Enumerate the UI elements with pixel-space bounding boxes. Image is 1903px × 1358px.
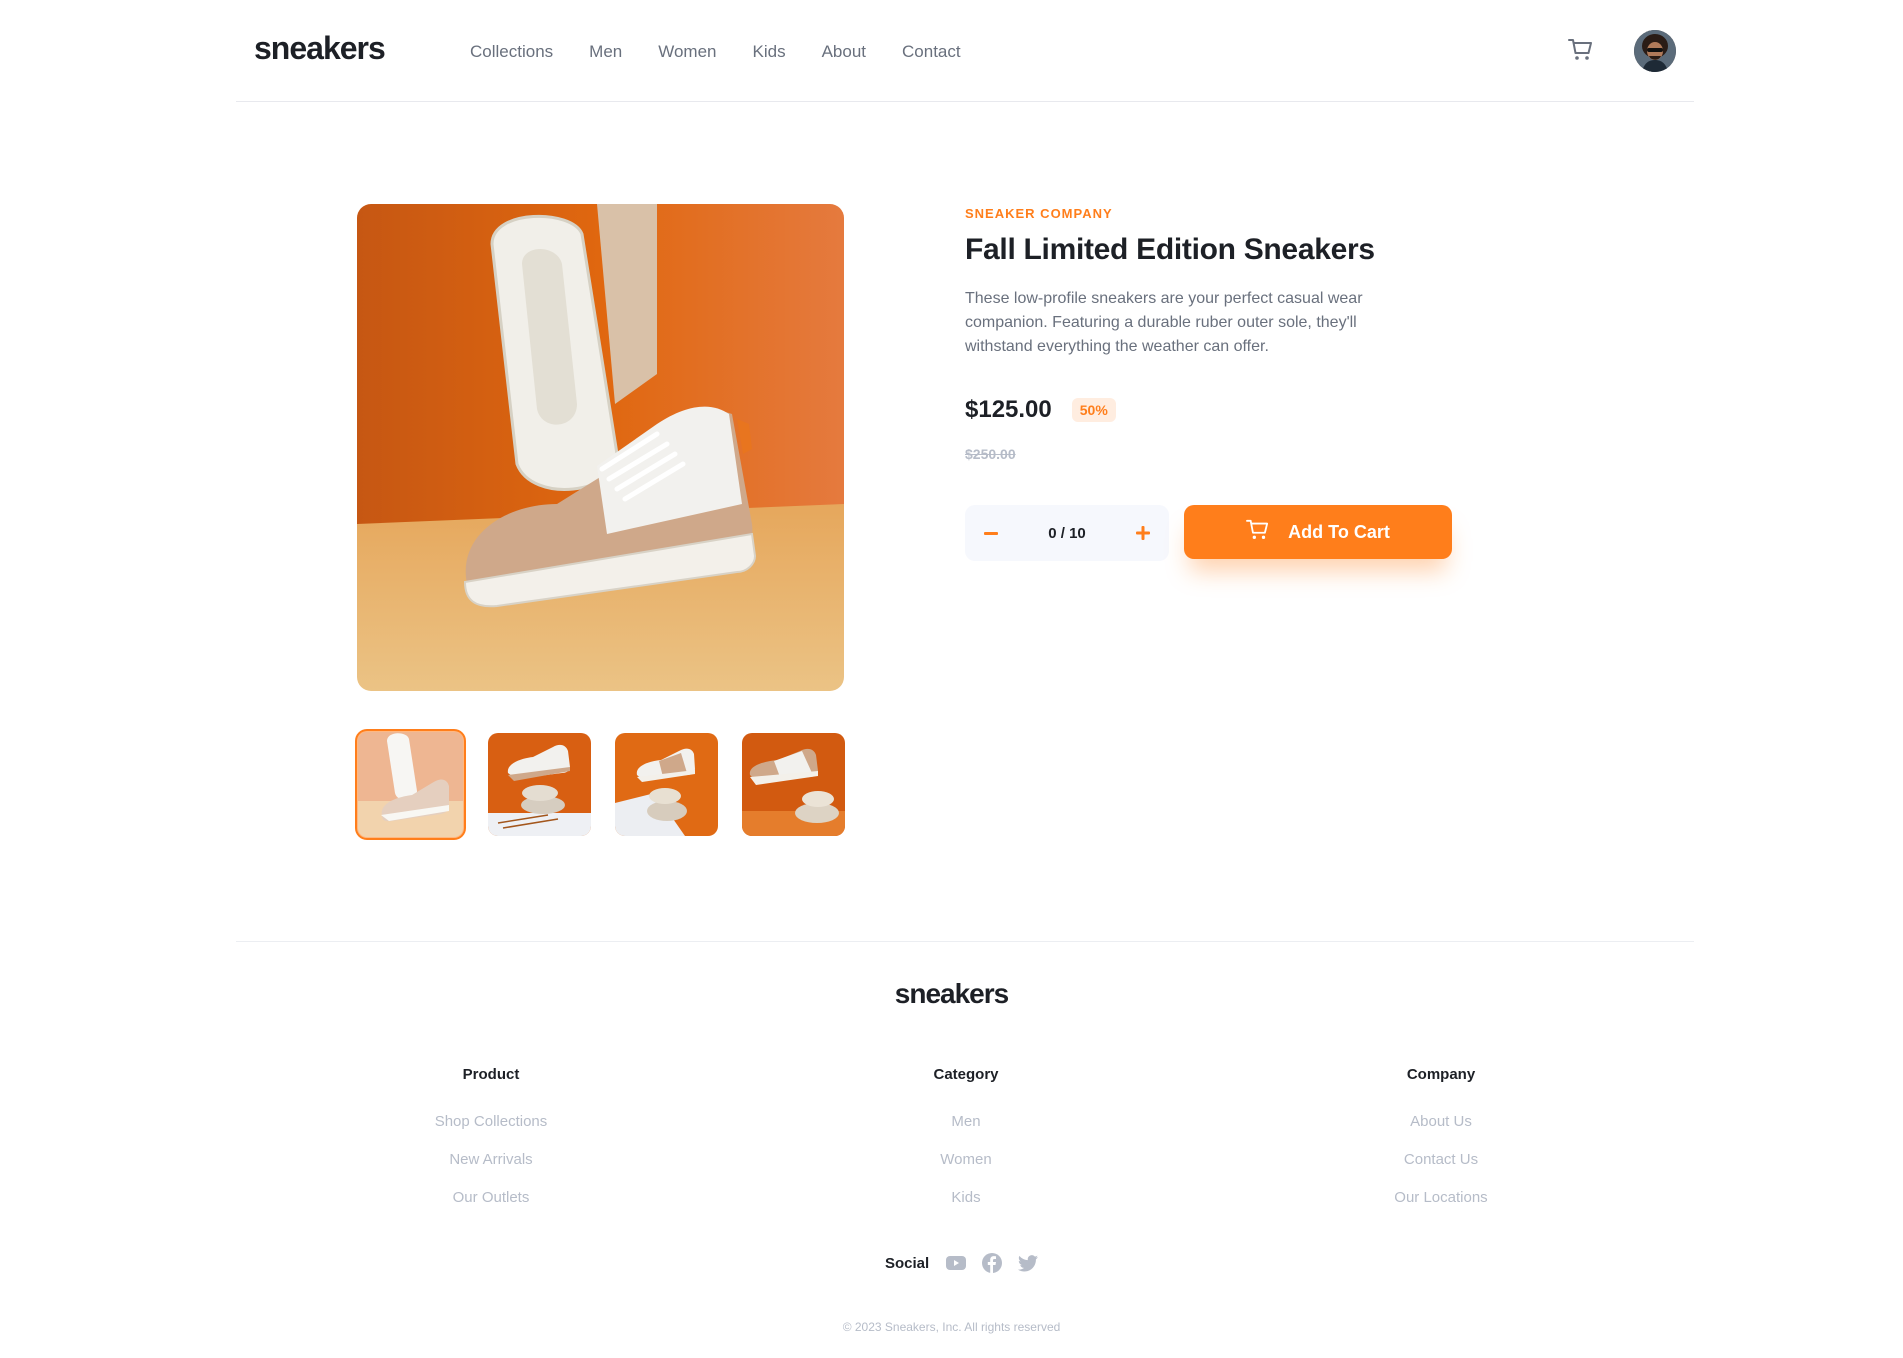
quantity-stepper: 0 / 10 [965, 505, 1169, 561]
add-to-cart-label: Add To Cart [1288, 521, 1390, 542]
product-main-image[interactable] [357, 204, 844, 691]
footer-link-about-us[interactable]: About Us [1311, 1113, 1571, 1130]
plus-icon[interactable] [1135, 525, 1151, 541]
footer-logo[interactable]: sneakers [0, 978, 1903, 1010]
footer-col-category: Category Men Women Kids [836, 1066, 1096, 1227]
nav-men[interactable]: Men [589, 42, 622, 62]
twitter-icon[interactable] [1017, 1252, 1039, 1274]
footer-heading-product: Product [462, 1066, 520, 1083]
footer-link-kids[interactable]: Kids [836, 1189, 1096, 1206]
current-price: $125.00 [965, 396, 1052, 423]
company-label: SNEAKER COMPANY [965, 206, 1113, 221]
cart-icon[interactable] [1568, 38, 1596, 64]
minus-icon[interactable] [983, 525, 999, 541]
add-to-cart-button[interactable]: Add To Cart [1184, 505, 1452, 559]
footer-link-contact-us[interactable]: Contact Us [1311, 1151, 1571, 1168]
site-header: sneakers Collections Men Women Kids Abou… [236, 0, 1694, 102]
footer-col-company: Company About Us Contact Us Our Location… [1311, 1066, 1571, 1227]
footer-link-new-arrivals[interactable]: New Arrivals [361, 1151, 621, 1168]
nav-women[interactable]: Women [658, 42, 716, 62]
thumbnail-strip [355, 729, 845, 840]
cart-icon [1246, 519, 1270, 546]
product-info: SNEAKER COMPANY Fall Limited Edition Sne… [965, 206, 1452, 561]
price-row: $125.00 50% [965, 396, 1116, 424]
footer-col-product: Product Shop Collections New Arrivals Ou… [361, 1066, 621, 1227]
product-title: Fall Limited Edition Sneakers [965, 233, 1375, 266]
footer-link-men[interactable]: Men [836, 1113, 1096, 1130]
discount-badge: 50% [1071, 398, 1116, 422]
thumbnail-3[interactable] [615, 733, 718, 836]
logo[interactable]: sneakers [254, 30, 386, 67]
social-label: Social [885, 1254, 930, 1272]
nav-collections[interactable]: Collections [470, 42, 553, 62]
nav-contact[interactable]: Contact [902, 42, 961, 62]
youtube-icon[interactable] [945, 1252, 967, 1274]
original-price: $250.00 [965, 446, 1016, 462]
facebook-icon[interactable] [981, 1252, 1003, 1274]
thumbnail-4[interactable] [742, 733, 845, 836]
quantity-value: 0 / 10 [1048, 524, 1086, 542]
product-description: These low-profile sneakers are your perf… [965, 290, 1363, 355]
nav-about[interactable]: About [822, 42, 866, 62]
footer-link-women[interactable]: Women [836, 1151, 1096, 1168]
thumbnail-2[interactable] [488, 733, 591, 836]
footer-link-shop-collections[interactable]: Shop Collections [361, 1113, 621, 1130]
main-nav: Collections Men Women Kids About Contact [470, 42, 961, 62]
footer-link-our-locations[interactable]: Our Locations [1311, 1189, 1571, 1206]
copyright: © 2023 Sneakers, Inc. All rights reserve… [842, 1320, 1061, 1334]
footer-heading-category: Category [933, 1066, 999, 1083]
footer-link-our-outlets[interactable]: Our Outlets [361, 1189, 621, 1206]
footer-divider [236, 941, 1694, 942]
social-links: Social [885, 1252, 1039, 1274]
user-avatar[interactable] [1634, 30, 1676, 72]
thumbnail-1[interactable] [355, 729, 466, 840]
footer-heading-company: Company [1406, 1066, 1476, 1083]
nav-kids[interactable]: Kids [753, 42, 786, 62]
